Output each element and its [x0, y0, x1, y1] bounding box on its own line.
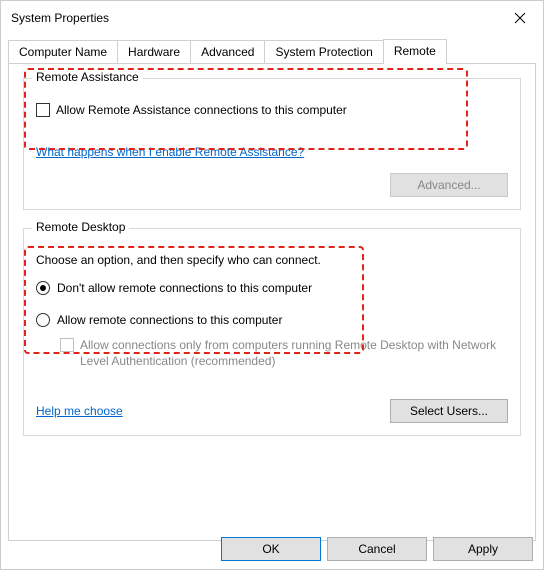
tab-advanced[interactable]: Advanced [190, 40, 265, 65]
allow-connections-row[interactable]: Allow remote connections to this compute… [36, 313, 508, 327]
remote-desktop-title: Remote Desktop [32, 220, 129, 234]
nla-label: Allow connections only from computers ru… [80, 337, 508, 369]
advanced-button: Advanced... [390, 173, 508, 197]
disallow-connections-label: Don't allow remote connections to this c… [57, 281, 312, 295]
help-me-choose-link[interactable]: Help me choose [36, 404, 123, 418]
remote-desktop-description: Choose an option, and then specify who c… [36, 253, 508, 267]
nla-checkbox [60, 338, 74, 352]
disallow-connections-radio[interactable] [36, 281, 50, 295]
remote-assistance-title: Remote Assistance [32, 70, 143, 84]
tab-remote[interactable]: Remote [383, 39, 447, 64]
tab-computer-name[interactable]: Computer Name [8, 40, 118, 65]
cancel-button[interactable]: Cancel [327, 537, 427, 561]
tab-panel-remote: Remote Assistance Allow Remote Assistanc… [8, 63, 536, 541]
apply-button[interactable]: Apply [433, 537, 533, 561]
nla-row: Allow connections only from computers ru… [60, 337, 508, 369]
allow-remote-assistance-checkbox[interactable] [36, 103, 50, 117]
system-properties-window: System Properties Computer Name Hardware… [0, 0, 544, 570]
tab-hardware[interactable]: Hardware [117, 40, 191, 65]
allow-connections-radio[interactable] [36, 313, 50, 327]
disallow-connections-row[interactable]: Don't allow remote connections to this c… [36, 281, 508, 295]
select-users-button[interactable]: Select Users... [390, 399, 508, 423]
close-button[interactable] [497, 2, 543, 34]
allow-remote-assistance-label: Allow Remote Assistance connections to t… [56, 103, 347, 117]
title-bar: System Properties [1, 1, 543, 35]
remote-assistance-group: Remote Assistance Allow Remote Assistanc… [23, 78, 521, 210]
tab-system-protection[interactable]: System Protection [264, 40, 383, 65]
remote-assistance-help-link[interactable]: What happens when I enable Remote Assist… [36, 145, 304, 159]
allow-remote-assistance-row[interactable]: Allow Remote Assistance connections to t… [36, 103, 508, 117]
tab-strip: Computer Name Hardware Advanced System P… [1, 35, 543, 63]
remote-desktop-group: Remote Desktop Choose an option, and the… [23, 228, 521, 436]
ok-button[interactable]: OK [221, 537, 321, 561]
dialog-button-bar: OK Cancel Apply [221, 537, 533, 561]
allow-connections-label: Allow remote connections to this compute… [57, 313, 282, 327]
window-title: System Properties [11, 11, 497, 25]
close-icon [514, 12, 526, 24]
